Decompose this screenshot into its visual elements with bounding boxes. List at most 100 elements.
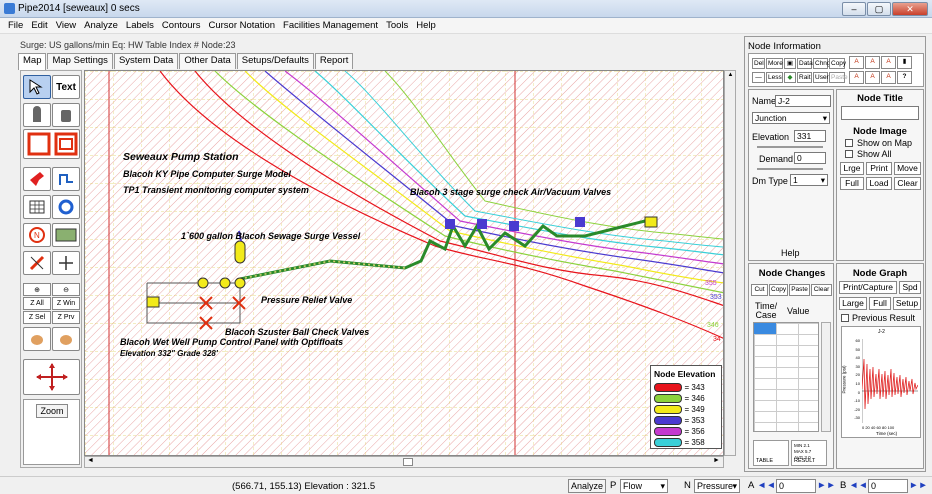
dash-button[interactable]: — bbox=[752, 72, 765, 83]
map-vertical-scrollbar[interactable]: ▲ bbox=[724, 70, 736, 456]
chng-button[interactable]: Chng bbox=[813, 58, 831, 69]
delete-link-icon[interactable] bbox=[23, 251, 51, 275]
air-valve-1[interactable] bbox=[445, 219, 455, 229]
demand-slider[interactable] bbox=[757, 168, 823, 170]
zoom-button[interactable]: Zoom bbox=[36, 404, 68, 418]
copy-button[interactable]: Copy bbox=[829, 58, 846, 69]
maximize-button[interactable]: ▢ bbox=[867, 2, 891, 16]
graph-large-button[interactable]: Large bbox=[839, 297, 867, 310]
image-full-button[interactable]: Full bbox=[840, 177, 864, 190]
air-valve-2[interactable] bbox=[477, 219, 487, 229]
junction-node-j2[interactable] bbox=[234, 277, 246, 289]
node-result-select[interactable]: Pressure ▾ bbox=[694, 479, 740, 493]
air-valve-3[interactable] bbox=[509, 221, 519, 231]
select-tool-icon[interactable] bbox=[23, 75, 51, 99]
menu-help[interactable]: Help bbox=[412, 20, 440, 31]
analyze-button[interactable]: Analyze bbox=[568, 479, 606, 493]
menu-view[interactable]: View bbox=[52, 20, 80, 31]
print-capture-button[interactable]: Print/Capture bbox=[839, 281, 897, 294]
a-increase-icon[interactable]: ►► bbox=[817, 480, 836, 491]
scroll-thumb[interactable] bbox=[403, 458, 413, 466]
close-button[interactable]: ✕ bbox=[892, 2, 928, 16]
font-small-icon[interactable]: A bbox=[881, 56, 896, 69]
font-large-icon[interactable]: A bbox=[849, 56, 864, 69]
demand-input[interactable]: 0 bbox=[794, 152, 826, 164]
demand-type-select[interactable]: 1 ▾ bbox=[790, 174, 828, 186]
elevation-slider[interactable] bbox=[757, 146, 823, 148]
help-link[interactable]: Help bbox=[781, 248, 800, 258]
tab-map[interactable]: Map bbox=[18, 53, 47, 70]
menu-facilities[interactable]: Facilities Management bbox=[279, 20, 382, 31]
data-button[interactable]: Data bbox=[797, 58, 813, 69]
pipe-node-tool-icon[interactable] bbox=[52, 167, 80, 191]
background-map-icon[interactable] bbox=[52, 223, 80, 247]
pan-right-hand-icon[interactable] bbox=[52, 327, 80, 351]
b-decrease-icon[interactable]: ◄◄ bbox=[849, 480, 868, 491]
scroll-up-icon[interactable]: ▲ bbox=[726, 72, 735, 81]
paste-button[interactable]: Paste bbox=[829, 72, 848, 83]
tab-other-data[interactable]: Other Data bbox=[179, 53, 236, 69]
font-fill-icon[interactable]: A bbox=[881, 71, 896, 84]
wet-well-node[interactable] bbox=[146, 296, 160, 308]
node-graph-plot[interactable]: J-2 Pressure (psi) 60 50 40 30 20 10 0 -10 -20 -3… bbox=[841, 326, 921, 438]
pan-arrows-icon[interactable] bbox=[23, 359, 80, 395]
rait-button[interactable]: Rait bbox=[797, 72, 812, 83]
tank-tool-icon[interactable] bbox=[23, 103, 51, 127]
graph-setup-button[interactable]: Setup bbox=[893, 297, 921, 310]
graph-full-button[interactable]: Full bbox=[869, 297, 891, 310]
changes-clear-button[interactable]: Clear bbox=[811, 284, 832, 296]
user-button[interactable]: User bbox=[813, 72, 829, 83]
scroll-right-icon[interactable]: ► bbox=[713, 457, 720, 464]
changes-paste-button[interactable]: Paste bbox=[789, 284, 810, 296]
zoom-out-icon[interactable]: ⊖ bbox=[52, 283, 80, 296]
pump-node[interactable] bbox=[197, 277, 209, 289]
a-decrease-icon[interactable]: ◄◄ bbox=[757, 480, 776, 491]
elevation-input[interactable]: 331 bbox=[794, 130, 826, 142]
air-valve-4[interactable] bbox=[575, 217, 585, 227]
node-image-icon[interactable]: ▣ bbox=[784, 58, 796, 69]
reservoir-tool-icon[interactable] bbox=[52, 103, 80, 127]
move-node-icon[interactable] bbox=[52, 251, 80, 275]
node-name-input[interactable]: J-2 bbox=[775, 95, 831, 107]
more-button[interactable]: More bbox=[766, 58, 783, 69]
result-toggle[interactable]: MIN 2.1 MAX 5.7 AVG 3.0 RESULT bbox=[791, 440, 827, 466]
del-button[interactable]: Del bbox=[752, 58, 765, 69]
north-arrow-icon[interactable]: N bbox=[23, 223, 51, 247]
map-canvas[interactable]: 355 353 346 34 Seweaux Pump Station Blac… bbox=[84, 70, 724, 456]
changes-scrollbar[interactable] bbox=[821, 322, 831, 432]
map-svg[interactable]: 355 353 346 34 bbox=[85, 71, 724, 456]
changes-cut-button[interactable]: Cut bbox=[751, 284, 768, 296]
pin-tool-icon[interactable] bbox=[23, 167, 51, 191]
font-medium-icon[interactable]: A bbox=[865, 56, 880, 69]
speed-button[interactable]: Spd bbox=[899, 281, 921, 294]
menu-file[interactable]: File bbox=[4, 20, 27, 31]
less-button[interactable]: Less bbox=[766, 72, 783, 83]
table-toggle[interactable]: TABLE bbox=[753, 440, 789, 466]
scroll-left-icon[interactable]: ◄ bbox=[87, 457, 94, 464]
image-clear-button[interactable]: Clear bbox=[894, 177, 921, 190]
menu-contours[interactable]: Contours bbox=[158, 20, 205, 31]
selected-cell[interactable] bbox=[754, 323, 776, 334]
font-style-icon[interactable]: A bbox=[865, 71, 880, 84]
zoom-in-icon[interactable]: ⊕ bbox=[23, 283, 51, 296]
changes-table[interactable] bbox=[753, 322, 819, 432]
b-increase-icon[interactable]: ►► bbox=[909, 480, 928, 491]
zoom-previous-button[interactable]: Z Prv bbox=[52, 311, 80, 324]
image-load-button[interactable]: Load bbox=[866, 177, 892, 190]
pipe-result-select[interactable]: Flow ▾ bbox=[620, 479, 668, 493]
show-on-map-checkbox[interactable] bbox=[845, 139, 853, 147]
node-type-select[interactable]: Junction ▾ bbox=[752, 112, 830, 124]
map-horizontal-scrollbar[interactable]: ◄ ► bbox=[84, 456, 724, 468]
minimize-button[interactable]: – bbox=[842, 2, 866, 16]
refresh-icon[interactable] bbox=[52, 195, 80, 219]
image-large-button[interactable]: Lrge bbox=[840, 162, 864, 175]
zoom-select-button[interactable]: Z Sel bbox=[23, 311, 51, 324]
font-color-icon[interactable]: A bbox=[849, 71, 864, 84]
tab-setups-defaults[interactable]: Setups/Defaults bbox=[236, 53, 314, 69]
pan-left-hand-icon[interactable] bbox=[23, 327, 51, 351]
node-title-input[interactable] bbox=[841, 106, 919, 120]
surge-vessel-node[interactable] bbox=[234, 240, 246, 264]
discharge-node[interactable] bbox=[644, 216, 658, 228]
capture-icon[interactable]: ◆ bbox=[784, 72, 796, 83]
network-tool-icon[interactable] bbox=[23, 129, 80, 159]
